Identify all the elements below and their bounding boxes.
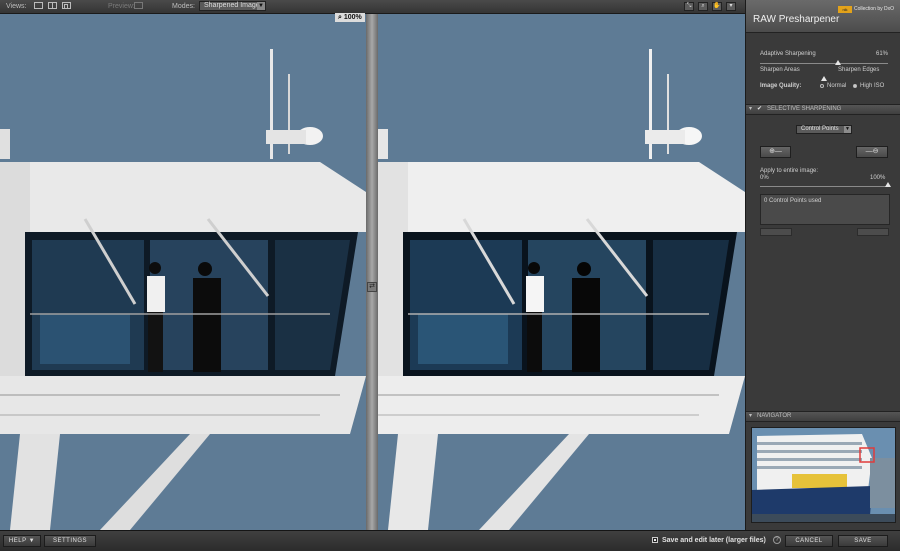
- list-left-button[interactable]: [760, 228, 792, 236]
- modes-label: Modes:: [172, 3, 195, 10]
- settings-panel: nik Collection by DxO RAW Presharpener A…: [745, 0, 900, 530]
- reset-zoom-icon[interactable]: ⤡: [684, 2, 694, 11]
- navigator-title: NAVIGATOR: [757, 413, 792, 419]
- cancel-button[interactable]: CANCEL: [785, 535, 833, 547]
- swap-icon[interactable]: ⇄: [367, 282, 377, 292]
- adaptive-sharpening-label: Adaptive Sharpening: [760, 51, 816, 57]
- ship-bridge-sharpened-image: [378, 14, 745, 530]
- quality-normal-radio[interactable]: [820, 84, 824, 88]
- sharpen-areas-label: Sharpen Areas: [760, 67, 800, 73]
- magnifier-icon: ⌕: [338, 14, 342, 21]
- image-quality-label: Image Quality:: [760, 83, 802, 89]
- navigator-header[interactable]: ▾ NAVIGATOR: [746, 411, 900, 422]
- apply-entire-image-slider[interactable]: [760, 182, 891, 187]
- save-button[interactable]: SAVE: [838, 535, 888, 547]
- preview-checkbox[interactable]: [134, 2, 143, 9]
- sharpen-balance-thumb[interactable]: [821, 76, 827, 81]
- apply-max-label: 100%: [870, 175, 886, 181]
- quality-high-iso-label: High ISO: [860, 83, 885, 89]
- chevron-down-icon: ▼: [844, 126, 851, 133]
- side-by-side-view-icon[interactable]: [62, 2, 71, 9]
- selective-sharpening-header[interactable]: ▾ ✔ SELECTIVE SHARPENING: [746, 104, 900, 115]
- bottom-bar: HELP ▼ SETTINGS Save and edit later (lar…: [0, 530, 900, 551]
- hand-tool-icon[interactable]: ✋: [712, 2, 722, 11]
- chevron-down-icon: ▼: [257, 2, 265, 10]
- top-toolbar: Views: Preview: Modes: Sharpened Image ▼…: [0, 0, 745, 14]
- quality-normal-label: Normal: [827, 83, 847, 89]
- apply-min-label: 0%: [760, 175, 769, 181]
- help-question-icon[interactable]: ?: [773, 536, 781, 544]
- control-point-plus-icon: ⊕—: [769, 148, 782, 155]
- save-later-checkbox[interactable]: [652, 537, 658, 543]
- help-button[interactable]: HELP ▼: [3, 535, 41, 547]
- apply-entire-image-label: Apply to entire image:: [760, 168, 819, 174]
- control-points-select-value: Control Points: [801, 126, 839, 132]
- zoom-indicator: ⌕ 100%: [335, 13, 365, 22]
- apply-entire-image-thumb[interactable]: [885, 182, 891, 187]
- control-points-count: 0 Control Points used: [764, 198, 822, 204]
- navigator-thumbnail[interactable]: [751, 427, 896, 523]
- filter-title: RAW Presharpener: [753, 14, 840, 25]
- settings-button[interactable]: SETTINGS: [44, 535, 96, 547]
- panel-header: nik Collection by DxO RAW Presharpener: [746, 0, 900, 33]
- preview-label: Preview:: [108, 3, 135, 10]
- original-image-pane[interactable]: [0, 14, 366, 530]
- views-label: Views:: [6, 3, 27, 10]
- add-negative-control-point-button[interactable]: —⊖: [856, 146, 888, 158]
- control-points-select[interactable]: Control Points ▼: [796, 125, 852, 134]
- modes-select[interactable]: Sharpened Image ▼: [199, 1, 266, 11]
- brand-label: Collection by DxO: [854, 6, 895, 12]
- adaptive-sharpening-value: 61%: [876, 51, 889, 57]
- quality-high-iso-radio[interactable]: [853, 84, 857, 88]
- save-later-label: Save and edit later (larger files): [662, 537, 766, 544]
- split-divider[interactable]: ⇄: [366, 14, 378, 530]
- ship-thumbnail-image: [752, 428, 895, 522]
- selective-sharpening-title: SELECTIVE SHARPENING: [767, 106, 842, 112]
- control-point-minus-icon: —⊖: [865, 148, 879, 155]
- zoom-value: 100%: [343, 14, 362, 21]
- checkmark-icon[interactable]: ✔: [757, 105, 762, 114]
- ship-bridge-image: [0, 14, 366, 530]
- control-points-list[interactable]: 0 Control Points used: [760, 194, 890, 225]
- collapse-triangle-icon: ▾: [749, 106, 753, 112]
- list-right-button[interactable]: [857, 228, 889, 236]
- sharpened-image-pane[interactable]: [378, 14, 745, 530]
- add-positive-control-point-button[interactable]: ⊕—: [760, 146, 791, 158]
- modes-select-value: Sharpened Image: [204, 2, 260, 9]
- collapse-triangle-icon: ▾: [749, 413, 753, 419]
- adaptive-sharpening-slider[interactable]: [760, 60, 888, 65]
- single-view-icon[interactable]: [34, 2, 43, 9]
- split-view-icon[interactable]: [48, 2, 57, 9]
- loupe-icon[interactable]: ▾: [726, 2, 736, 11]
- sharpen-edges-label: Sharpen Edges: [838, 67, 880, 73]
- zoom-icon[interactable]: ⌕: [698, 2, 708, 11]
- nik-logo: nik: [838, 6, 852, 13]
- adaptive-sharpening-thumb[interactable]: [835, 60, 842, 65]
